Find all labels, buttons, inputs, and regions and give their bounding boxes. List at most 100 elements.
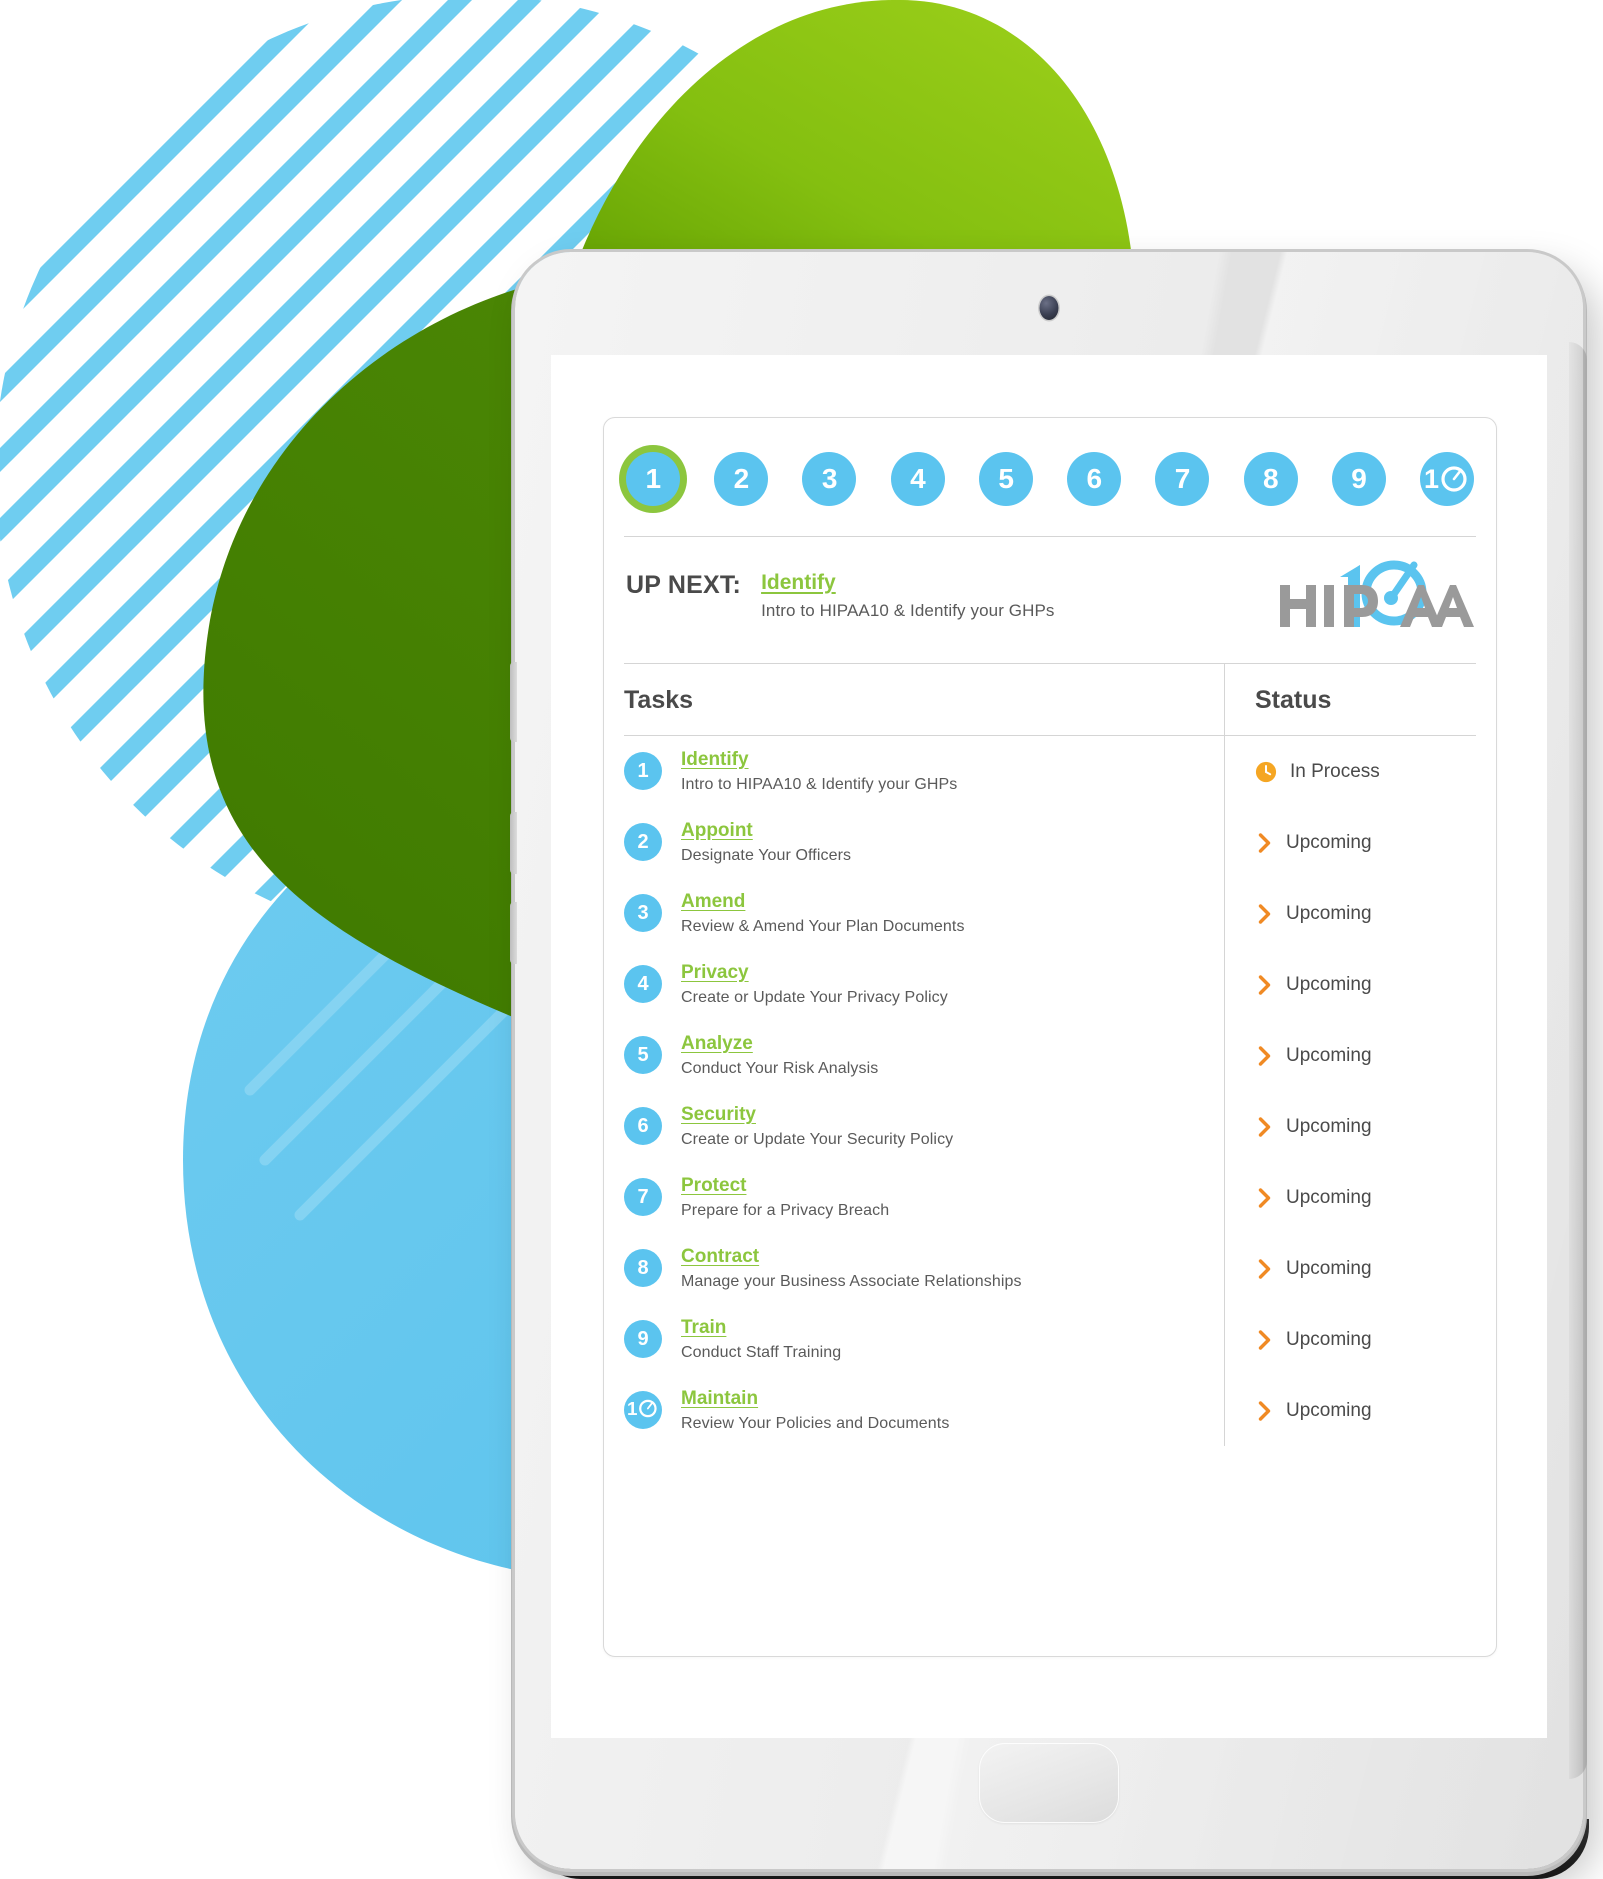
up-next-subtitle: Intro to HIPAA10 & Identify your GHPs [761, 601, 1055, 620]
table-row[interactable]: 2 Appoint Designate Your Officers Upcomi… [624, 807, 1476, 878]
step-circle-7[interactable]: 7 [1155, 452, 1210, 506]
task-number-badge-5: 5 [624, 1036, 662, 1074]
step-circle-label: 1 [645, 463, 661, 494]
chevron-right-icon [1258, 1400, 1271, 1421]
task-subtitle: Conduct Staff Training [681, 1344, 842, 1361]
step-circle-1[interactable]: 1 [626, 452, 680, 506]
task-number-badge-7: 7 [624, 1178, 662, 1216]
status-badge: Upcoming [1255, 1400, 1372, 1422]
task-text-block: Appoint Designate Your Officers [681, 820, 851, 865]
table-header-row: Tasks Status [624, 664, 1476, 736]
task-number-badge-8: 8 [624, 1249, 662, 1287]
status-badge: Upcoming [1255, 832, 1372, 854]
status-cell: Upcoming [1224, 1091, 1476, 1162]
task-title-link[interactable]: Maintain [681, 1388, 758, 1410]
task-title-link[interactable]: Privacy [681, 962, 749, 984]
step-circle-4[interactable]: 4 [890, 452, 945, 506]
table-row[interactable]: 9 Train Conduct Staff Training Upcoming [624, 1304, 1476, 1375]
chevron-right-icon [1258, 832, 1271, 853]
status-badge: Upcoming [1255, 1187, 1372, 1209]
task-cell: 6 Security Create or Update Your Securit… [624, 1091, 1224, 1162]
status-badge: Upcoming [1255, 1045, 1372, 1067]
task-title-link[interactable]: Contract [681, 1246, 759, 1268]
step-circle-2[interactable]: 2 [714, 452, 769, 506]
status-cell: Upcoming [1224, 878, 1476, 949]
volume-down-button[interactable] [510, 902, 517, 964]
task-number-badge-6: 6 [624, 1107, 662, 1145]
table-row[interactable]: 8 Contract Manage your Business Associat… [624, 1233, 1476, 1304]
step-circle-label: 4 [910, 463, 926, 494]
task-subtitle: Prepare for a Privacy Breach [681, 1202, 890, 1219]
front-camera-icon [1039, 296, 1059, 320]
step-circle-9[interactable]: 9 [1331, 452, 1386, 506]
step-circle-10[interactable]: 1 [1419, 452, 1474, 506]
chevron-right-icon [1258, 1045, 1271, 1066]
chevron-right-icon [1258, 1258, 1271, 1279]
task-text-block: Privacy Create or Update Your Privacy Po… [681, 962, 948, 1007]
task-title-link[interactable]: Train [681, 1317, 726, 1339]
task-cell: 5 Analyze Conduct Your Risk Analysis [624, 1020, 1224, 1091]
task-title-link[interactable]: Analyze [681, 1033, 753, 1055]
table-row[interactable]: 7 Protect Prepare for a Privacy Breach U… [624, 1162, 1476, 1233]
step-circle-label: 7 [1174, 463, 1191, 494]
status-cell: Upcoming [1224, 807, 1476, 878]
chevron-right-icon [1258, 903, 1271, 924]
task-text-block: Security Create or Update Your Security … [681, 1104, 953, 1149]
status-label: Upcoming [1286, 1328, 1372, 1350]
tasks-table: Tasks Status 1 Identify Intro to HIPAA10… [624, 663, 1476, 1446]
task-subtitle: Review & Amend Your Plan Documents [681, 918, 965, 935]
task-cell: 2 Appoint Designate Your Officers [624, 807, 1224, 878]
status-cell: Upcoming [1224, 1233, 1476, 1304]
task-title-link[interactable]: Appoint [681, 820, 753, 842]
status-label: Upcoming [1286, 1257, 1372, 1279]
task-subtitle: Intro to HIPAA10 & Identify your GHPs [681, 776, 958, 793]
table-row[interactable]: 4 Privacy Create or Update Your Privacy … [624, 949, 1476, 1020]
home-button[interactable] [979, 1743, 1119, 1823]
step-circle-5[interactable]: 5 [978, 452, 1033, 506]
up-next-title-link[interactable]: Identify [761, 571, 836, 595]
step-circle-label: 2 [733, 463, 750, 494]
step-progress-bar[interactable]: 1 2 3 4 5 6 7 8 9 1 [604, 418, 1496, 506]
task-title-link[interactable]: Amend [681, 891, 745, 913]
status-badge: Upcoming [1255, 1116, 1372, 1138]
task-subtitle: Review Your Policies and Documents [681, 1415, 950, 1432]
column-header-status: Status [1224, 664, 1476, 735]
task-subtitle: Conduct Your Risk Analysis [681, 1060, 879, 1077]
task-number-badge-10: 1 [624, 1391, 662, 1429]
step-circle-label: 3 [821, 463, 838, 494]
step-circle-3[interactable]: 3 [802, 452, 857, 506]
step-circle-8[interactable]: 8 [1243, 452, 1298, 506]
status-label: In Process [1290, 760, 1380, 782]
task-subtitle: Create or Update Your Privacy Policy [681, 989, 948, 1006]
tablet-device: 1 2 3 4 5 6 7 8 9 1 UP NEXT: Identify Intro to H… [510, 252, 1589, 1879]
step-circle-label: 5 [998, 463, 1014, 494]
table-row[interactable]: 1 Identify Intro to HIPAA10 & Identify y… [624, 736, 1476, 807]
status-cell: Upcoming [1224, 949, 1476, 1020]
task-title-link[interactable]: Identify [681, 749, 749, 771]
table-row[interactable]: 5 Analyze Conduct Your Risk Analysis Upc… [624, 1020, 1476, 1091]
task-text-block: Amend Review & Amend Your Plan Documents [681, 891, 965, 936]
chevron-right-icon [1258, 1187, 1271, 1208]
status-cell: Upcoming [1224, 1375, 1476, 1446]
status-label: Upcoming [1286, 1044, 1372, 1066]
step-circle-6[interactable]: 6 [1067, 452, 1122, 506]
task-text-block: Analyze Conduct Your Risk Analysis [681, 1033, 878, 1078]
svg-text:1: 1 [627, 1398, 637, 1419]
status-label: Upcoming [1286, 1186, 1372, 1208]
task-title-link[interactable]: Protect [681, 1175, 746, 1197]
status-cell: Upcoming [1224, 1162, 1476, 1233]
svg-text:1: 1 [1424, 464, 1439, 494]
task-cell: 4 Privacy Create or Update Your Privacy … [624, 949, 1224, 1020]
status-label: Upcoming [1286, 1399, 1372, 1421]
task-title-link[interactable]: Security [681, 1104, 756, 1126]
table-row[interactable]: 6 Security Create or Update Your Securit… [624, 1091, 1476, 1162]
table-row[interactable]: 3 Amend Review & Amend Your Plan Documen… [624, 878, 1476, 949]
volume-up-button[interactable] [510, 812, 517, 874]
up-next-label: UP NEXT: [626, 571, 742, 599]
task-number-badge-2: 2 [624, 823, 662, 861]
task-cell: 7 Protect Prepare for a Privacy Breach [624, 1162, 1224, 1233]
power-button[interactable] [510, 662, 517, 742]
status-badge: Upcoming [1255, 1258, 1372, 1280]
task-cell: 3 Amend Review & Amend Your Plan Documen… [624, 878, 1224, 949]
table-row[interactable]: 1 Maintain Review Your Policies and Docu… [624, 1375, 1476, 1446]
